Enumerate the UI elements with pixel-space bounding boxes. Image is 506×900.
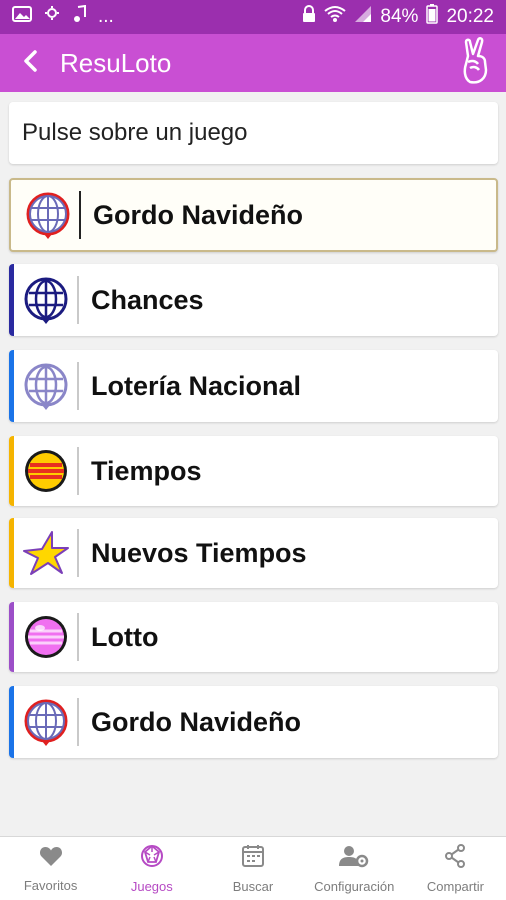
star-icon	[15, 518, 77, 588]
color-stripe	[9, 602, 14, 672]
separator	[77, 529, 79, 577]
share-icon	[444, 843, 466, 873]
color-stripe	[9, 350, 14, 422]
game-name: Gordo Navideño	[91, 706, 302, 737]
game-name: Lotto	[91, 621, 159, 652]
separator	[77, 362, 79, 410]
calendar-icon	[242, 844, 264, 873]
battery-percent: 84%	[380, 6, 419, 27]
nav-label: Configuración	[314, 878, 395, 894]
game-name: Gordo Navideño	[93, 199, 304, 230]
game-item-nuevos-tiempos[interactable]: Nuevos Tiempos	[9, 518, 498, 588]
separator	[77, 447, 79, 495]
globe-lavender-icon	[15, 350, 77, 422]
game-item-tiempos[interactable]: Tiempos	[9, 436, 498, 506]
separator	[79, 191, 81, 239]
game-name: Lotería Nacional	[91, 370, 302, 401]
color-stripe	[9, 436, 14, 506]
app-bar: ResuLoto	[0, 34, 506, 92]
nav-juegos[interactable]: Juegos	[101, 837, 202, 900]
crossed-fingers-icon	[458, 36, 494, 91]
prompt-text: Pulse sobre un juego	[22, 119, 248, 146]
globe-red-icon	[15, 686, 77, 758]
nav-label: Buscar	[232, 878, 274, 894]
gallery-icon	[12, 5, 32, 29]
nav-buscar[interactable]: Buscar	[202, 837, 303, 900]
globe-red-icon	[17, 180, 79, 250]
sun-ball-icon	[15, 436, 77, 506]
lottery-ball-icon	[140, 844, 164, 873]
game-item-gordo-navideno[interactable]: Gordo Navideño	[9, 178, 498, 252]
prompt-card: Pulse sobre un juego	[9, 102, 498, 164]
battery-icon	[426, 4, 439, 30]
nav-compartir[interactable]: Compartir	[405, 837, 506, 900]
heart-icon	[39, 845, 63, 872]
bottom-navigation: Favoritos Juegos Buscar Configuración Co…	[0, 836, 506, 900]
game-item-chances[interactable]: Chances	[9, 264, 498, 336]
pink-ball-icon	[15, 602, 77, 672]
crossed-fingers-button[interactable]	[446, 34, 506, 92]
nav-label: Favoritos	[23, 877, 78, 893]
game-item-loteria-nacional[interactable]: Lotería Nacional	[9, 350, 498, 422]
game-name: Chances	[91, 284, 204, 315]
user-settings-icon	[339, 844, 369, 873]
nav-label: Compartir	[426, 878, 484, 894]
game-item-gordo-navideno-2[interactable]: Gordo Navideño	[9, 686, 498, 758]
color-stripe	[9, 686, 14, 758]
color-stripe	[9, 518, 14, 588]
back-arrow-icon	[20, 49, 40, 78]
status-bar: ... 84% 20:22	[0, 0, 506, 34]
game-name: Nuevos Tiempos	[91, 537, 307, 568]
globe-navy-icon	[15, 264, 77, 336]
weather-icon	[42, 5, 62, 29]
more-notifications: ...	[98, 6, 114, 27]
separator	[77, 276, 79, 324]
wifi-icon	[324, 5, 347, 29]
nav-label: Juegos	[130, 878, 173, 894]
nav-favoritos[interactable]: Favoritos	[0, 837, 101, 900]
signal-icon	[354, 5, 372, 29]
game-name: Tiempos	[91, 455, 202, 486]
lock-icon	[302, 5, 316, 29]
game-item-lotto[interactable]: Lotto	[9, 602, 498, 672]
music-note-icon	[72, 4, 88, 29]
clock: 20:22	[446, 6, 494, 27]
color-stripe	[9, 264, 14, 336]
nav-configuracion[interactable]: Configuración	[304, 837, 405, 900]
separator	[77, 698, 79, 746]
back-button[interactable]	[0, 34, 60, 92]
app-title: ResuLoto	[60, 47, 172, 78]
separator	[77, 613, 79, 661]
